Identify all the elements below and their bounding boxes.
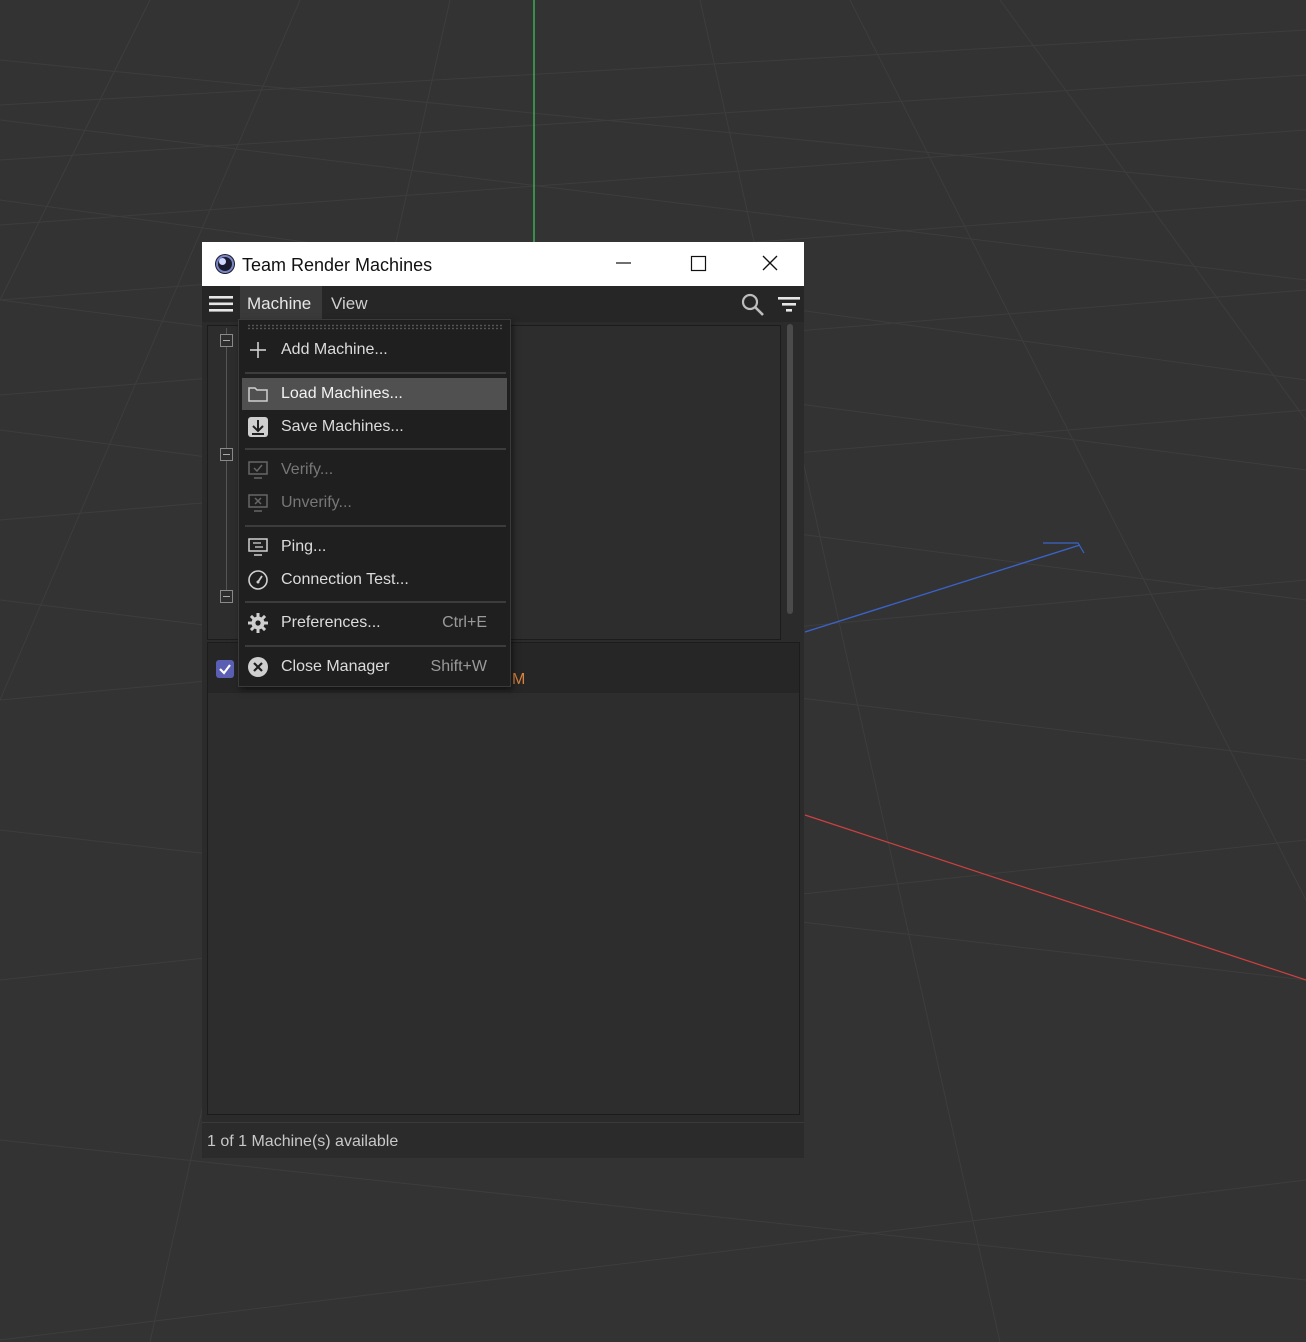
close-icon xyxy=(762,255,778,271)
status-text: 1 of 1 Machine(s) available xyxy=(207,1133,399,1150)
x-axis-line xyxy=(804,814,1306,981)
menu-separator xyxy=(245,372,506,374)
machine-name-fragment: M xyxy=(512,671,526,688)
menu-item-unverify[interactable]: Unverify... xyxy=(242,487,507,519)
menu-item-load-machines[interactable]: Load Machines... xyxy=(242,378,507,410)
minimize-button[interactable] xyxy=(595,242,663,286)
shortcut-label: Shift+W xyxy=(430,658,487,675)
menu-machine[interactable]: Machine xyxy=(240,286,322,322)
collapse-icon[interactable] xyxy=(220,448,233,461)
monitor-ping-icon xyxy=(248,538,268,556)
menu-item-save-machines[interactable]: Save Machines... xyxy=(242,411,507,443)
machine-details-panel: M xyxy=(207,642,800,1115)
menu-item-add-machine[interactable]: Add Machine... xyxy=(242,334,507,366)
shortcut-label: Ctrl+E xyxy=(442,614,487,631)
collapse-icon[interactable] xyxy=(220,334,233,347)
collapse-icon[interactable] xyxy=(220,590,233,603)
gear-icon xyxy=(248,613,268,633)
window-title: Team Render Machines xyxy=(242,255,433,275)
tree-scrollbar[interactable] xyxy=(787,324,793,614)
machine-checkbox[interactable] xyxy=(216,660,234,678)
menu-item-verify[interactable]: Verify... xyxy=(242,454,507,486)
cinema4d-app-icon xyxy=(215,254,235,274)
close-circle-icon xyxy=(248,657,268,677)
folder-icon xyxy=(248,387,268,402)
menu-separator xyxy=(245,645,506,647)
menu-item-ping[interactable]: Ping... xyxy=(242,531,507,563)
monitor-check-icon xyxy=(248,461,268,479)
menu-view[interactable]: View xyxy=(323,286,379,322)
machine-dropdown-menu: Add Machine... Load Machines... Save Mac… xyxy=(238,319,511,687)
menu-item-preferences[interactable]: Preferences... Ctrl+E xyxy=(242,607,507,639)
tree-connector-line xyxy=(226,328,227,598)
close-button[interactable] xyxy=(734,242,802,286)
maximize-icon xyxy=(690,255,707,272)
menu-bar: Machine View xyxy=(202,286,804,322)
status-bar: 1 of 1 Machine(s) available xyxy=(202,1122,804,1158)
z-axis-arrow xyxy=(1043,542,1085,554)
menu-separator xyxy=(245,525,506,527)
maximize-button[interactable] xyxy=(664,242,732,286)
title-bar[interactable]: Team Render Machines xyxy=(202,242,804,286)
search-icon[interactable] xyxy=(740,292,766,318)
minimize-icon xyxy=(616,262,631,264)
filter-icon[interactable] xyxy=(776,293,802,317)
plus-icon xyxy=(250,342,266,358)
gauge-icon xyxy=(248,570,268,590)
menu-item-close-manager[interactable]: Close Manager Shift+W xyxy=(242,651,507,683)
menu-item-connection-test[interactable]: Connection Test... xyxy=(242,564,507,596)
hamburger-menu-icon[interactable] xyxy=(209,293,233,315)
menu-separator xyxy=(245,448,506,450)
tear-off-grip[interactable] xyxy=(247,324,503,330)
download-icon xyxy=(248,417,268,437)
monitor-x-icon xyxy=(248,494,268,512)
z-axis-line xyxy=(804,544,1081,633)
menu-separator xyxy=(245,601,506,603)
